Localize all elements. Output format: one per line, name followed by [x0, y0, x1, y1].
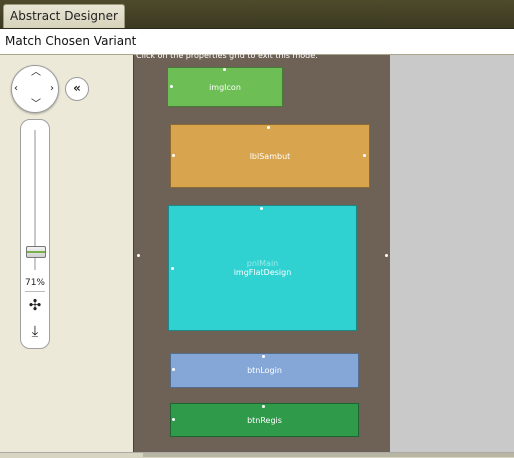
designer-canvas[interactable]: Click on the properties grid to exit thi… — [133, 51, 392, 452]
fit-screen-icon[interactable]: ✣ — [27, 297, 43, 313]
horizontal-scrollbar[interactable] — [0, 452, 514, 458]
left-control-panel: ︿ ﹀ ‹ › « 71% ✣ ⤓ — [0, 55, 133, 452]
arrow-down-icon[interactable]: ﹀ — [31, 100, 41, 110]
resize-handle[interactable] — [170, 85, 173, 88]
view-label: lblSambut — [249, 151, 291, 161]
zoom-panel: 71% ✣ ⤓ — [20, 119, 50, 349]
view-label: imgIcon — [209, 82, 241, 92]
empty-area — [390, 55, 514, 452]
scrollbar-thumb[interactable] — [143, 453, 514, 457]
arrow-right-icon[interactable]: › — [50, 84, 54, 94]
arrow-left-icon[interactable]: ‹ — [14, 84, 18, 94]
resize-handle[interactable] — [171, 267, 174, 270]
resize-handle[interactable] — [267, 126, 270, 129]
panel-label: pnlMain — [246, 259, 279, 268]
arrow-up-icon[interactable]: ︿ — [31, 68, 41, 78]
variant-label: Match Chosen Variant — [5, 34, 137, 48]
resize-handle[interactable] — [385, 254, 388, 257]
view-label: btnRegis — [247, 415, 282, 425]
view-btnlogin[interactable]: btnLogin — [170, 353, 359, 388]
resize-handle[interactable] — [363, 154, 366, 157]
view-lblsambut[interactable]: lblSambut — [170, 124, 370, 188]
resize-handle[interactable] — [137, 254, 140, 257]
zoom-divider — [25, 291, 45, 292]
zoom-level: 71% — [24, 278, 45, 288]
resize-handle[interactable] — [262, 355, 265, 358]
resize-handle[interactable] — [172, 154, 175, 157]
resize-handle[interactable] — [172, 368, 175, 371]
view-pnlmain[interactable]: pnlMain imgFlatDesign — [168, 205, 357, 331]
pan-dpad[interactable]: ︿ ﹀ ‹ › — [11, 65, 59, 113]
resize-handle[interactable] — [262, 405, 265, 408]
view-label: btnLogin — [247, 366, 282, 375]
save-image-icon[interactable]: ⤓ — [27, 323, 43, 339]
exit-mode-hint: Click on the properties grid to exit thi… — [136, 51, 318, 60]
title-strip: Abstract Designer — [0, 0, 514, 29]
collapse-left-icon[interactable]: « — [65, 77, 89, 101]
resize-handle[interactable] — [223, 68, 226, 71]
view-label: imgFlatDesign — [233, 268, 292, 277]
resize-handle[interactable] — [172, 418, 175, 421]
view-imgicon[interactable]: imgIcon — [167, 67, 283, 107]
zoom-slider-thumb[interactable] — [26, 246, 46, 258]
resize-handle[interactable] — [260, 207, 263, 210]
view-btnregis[interactable]: btnRegis — [170, 403, 359, 437]
tab-abstract-designer[interactable]: Abstract Designer — [3, 4, 125, 28]
